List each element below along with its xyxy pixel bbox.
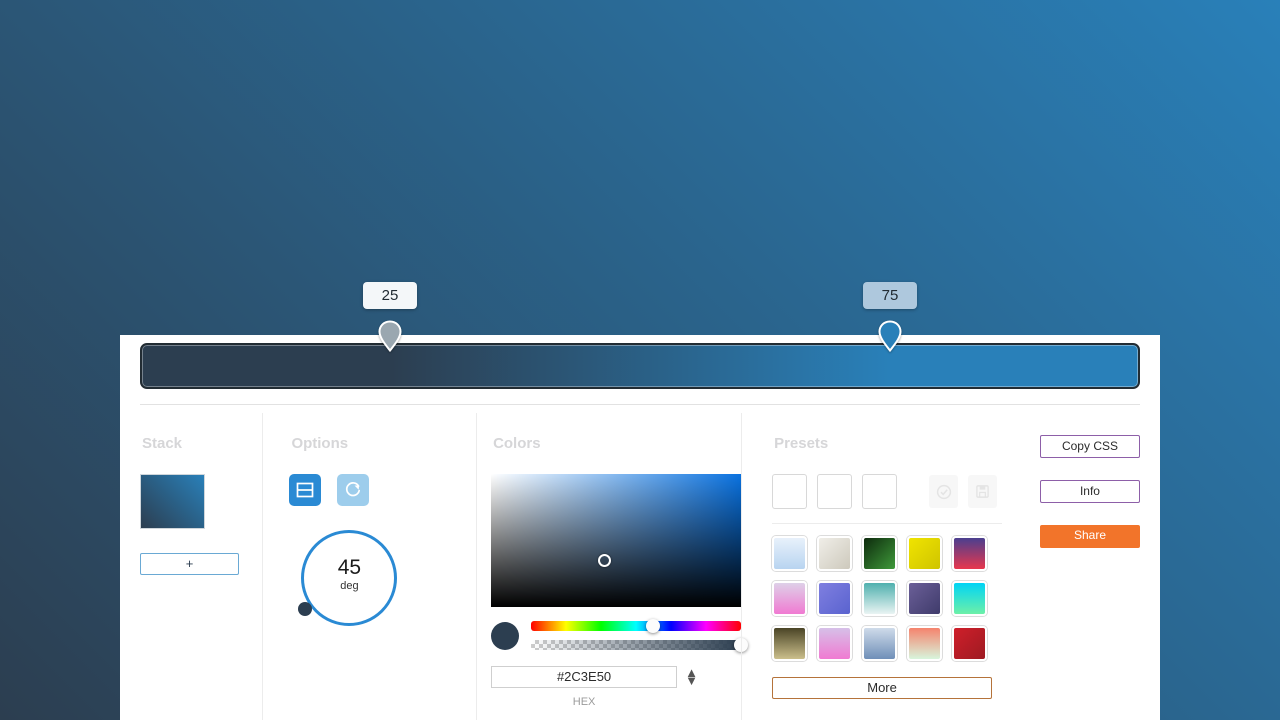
hex-input-row: #2C3E50 ▲ ▼	[491, 666, 741, 688]
preset-swatch-15[interactable]	[952, 626, 988, 661]
preset-slots-row	[772, 474, 1014, 509]
angle-dial-handle[interactable]	[298, 602, 313, 616]
preset-swatch-12[interactable]	[817, 626, 853, 661]
save-preset-button[interactable]	[968, 475, 998, 508]
preset-swatch-7[interactable]	[817, 581, 853, 616]
info-button[interactable]: Info	[1039, 480, 1140, 503]
gradient-stop-tooltip-1: 25	[363, 282, 417, 309]
linear-gradient-icon	[297, 482, 314, 498]
add-layer-button[interactable]: +	[140, 553, 239, 575]
preset-swatch-8[interactable]	[862, 581, 898, 616]
preset-swatch-13[interactable]	[862, 626, 898, 661]
presets-panel-title: Presets	[774, 435, 829, 452]
gradient-stop-marker-2[interactable]: 75	[863, 282, 917, 352]
options-panel-title: Options	[291, 435, 349, 452]
preset-swatch-10[interactable]	[952, 581, 988, 616]
rotate-icon	[346, 482, 361, 497]
preset-swatch-14[interactable]	[907, 626, 943, 661]
divider	[772, 523, 1003, 524]
gradient-stop-marker-1[interactable]: 25	[363, 282, 417, 352]
hex-format-label: HEX	[572, 696, 596, 708]
preset-swatch-2[interactable]	[817, 536, 853, 571]
preset-slot-2[interactable]	[817, 474, 853, 509]
actions-panel: Copy CSS Info Share	[1014, 413, 1140, 720]
hex-stepper[interactable]: ▲ ▼	[685, 666, 698, 687]
gradient-editor-panel: 25 75 Stack + Options 45 deg Colors #2C3…	[120, 282, 1160, 720]
preset-slot-1[interactable]	[772, 474, 808, 509]
gradient-stop-tooltip-2: 75	[863, 282, 917, 309]
chevron-down-icon[interactable]: ▼	[685, 674, 698, 687]
preset-swatch-6[interactable]	[772, 581, 808, 616]
gradient-preview-bar[interactable]	[140, 343, 1140, 389]
stack-panel-title: Stack	[142, 435, 183, 452]
colors-panel: Colors #2C3E50 ▲ ▼ HEX	[476, 413, 749, 720]
stack-layer-thumbnail[interactable]	[140, 474, 205, 529]
apply-preset-button[interactable]	[929, 475, 959, 508]
options-panel: Options 45 deg	[262, 413, 476, 720]
preset-swatch-11[interactable]	[772, 626, 808, 661]
preset-slot-3[interactable]	[862, 474, 898, 509]
angle-dial[interactable]: 45 deg	[298, 530, 398, 626]
preset-swatch-5[interactable]	[952, 536, 988, 571]
rotate-button[interactable]	[337, 474, 370, 506]
preset-swatch-grid	[772, 536, 1014, 661]
preset-swatch-9[interactable]	[907, 581, 943, 616]
current-color-swatch	[491, 621, 520, 650]
pin-icon	[878, 320, 902, 352]
color-sliders-row	[491, 619, 749, 652]
alpha-slider[interactable]	[531, 638, 749, 652]
hue-slider[interactable]	[531, 619, 742, 633]
saturation-value-area[interactable]	[491, 474, 742, 607]
hex-input[interactable]: #2C3E50	[491, 666, 678, 688]
presets-panel: Presets More	[741, 413, 1014, 720]
copy-css-button[interactable]: Copy CSS	[1039, 435, 1140, 458]
panels-row: Stack + Options 45 deg Colors #2C3E50 ▲ …	[140, 413, 1140, 720]
saturation-cursor[interactable]	[597, 554, 611, 568]
divider	[140, 404, 1140, 405]
preset-swatch-1[interactable]	[772, 536, 808, 571]
gradient-preview[interactable]: 25 75	[140, 282, 1140, 389]
more-presets-button[interactable]: More	[772, 677, 993, 699]
angle-dial-value: 45	[337, 556, 362, 579]
gradient-type-toggle-group	[289, 474, 476, 506]
pin-icon	[378, 320, 402, 352]
colors-panel-title: Colors	[493, 435, 541, 452]
preset-swatch-4[interactable]	[907, 536, 943, 571]
share-button[interactable]: Share	[1039, 525, 1140, 548]
save-icon	[976, 485, 989, 498]
linear-gradient-button[interactable]	[289, 474, 322, 506]
preset-swatch-3[interactable]	[862, 536, 898, 571]
angle-dial-unit: deg	[340, 580, 359, 592]
stack-panel: Stack +	[140, 413, 262, 720]
hue-slider-knob[interactable]	[645, 619, 660, 633]
check-circle-icon	[936, 484, 951, 499]
